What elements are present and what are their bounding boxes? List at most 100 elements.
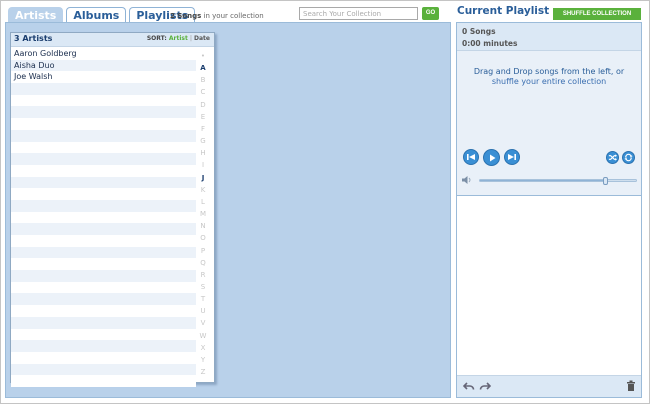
alphabet-letter: F: [200, 124, 206, 133]
artist-row: [11, 141, 196, 154]
artist-row[interactable]: Joe Walsh: [11, 71, 196, 84]
alphabet-letter: V: [200, 319, 206, 328]
alphabet-letter: N: [200, 222, 206, 231]
sort-bar: SORT: Artist | Date: [147, 35, 210, 42]
speaker-icon[interactable]: [461, 175, 473, 185]
playlist-info: 0 Songs 0:00 minutes: [457, 23, 641, 51]
artist-list-header: 3 Artists SORT: Artist | Date: [11, 33, 214, 47]
artist-row: [11, 305, 196, 317]
alphabet-letter: W: [199, 331, 207, 340]
playback-mode-controls: [606, 151, 635, 164]
artist-row: [11, 188, 196, 200]
artist-row: [11, 176, 196, 189]
alphabet-letter: M: [199, 210, 207, 219]
volume-slider[interactable]: [479, 177, 637, 185]
drag-drop-hint: Drag and Drop songs from the left, or sh…: [457, 67, 641, 87]
play-button[interactable]: [483, 149, 500, 166]
alphabet-letter: C: [200, 88, 206, 97]
playlist-title: Current Playlist: [457, 5, 550, 17]
alphabet-letter[interactable]: J: [202, 172, 205, 184]
artist-list: Aaron Goldberg Aisha Duo Joe Walsh: [11, 48, 196, 387]
alphabet-letter: R: [200, 270, 206, 279]
repeat-icon: [624, 153, 633, 162]
tab-albums[interactable]: Albums: [66, 7, 127, 23]
artist-row: [11, 164, 196, 177]
artist-row: [11, 293, 196, 306]
playlist-duration: 0:00 minutes: [462, 39, 518, 48]
artist-row: [11, 363, 196, 376]
artist-row: [11, 235, 196, 247]
artist-row: [11, 246, 196, 259]
alphabet-letter: E: [200, 112, 206, 121]
search-go-button[interactable]: GO: [422, 7, 439, 20]
volume-fill: [480, 180, 607, 181]
shuffle-collection-link[interactable]: shuffle your entire collection: [457, 77, 641, 87]
alphabet-letter: H: [200, 149, 206, 158]
alphabet-letter: X: [200, 343, 206, 352]
artist-row[interactable]: Aisha Duo: [11, 59, 196, 72]
artist-row: [11, 153, 196, 165]
artist-row: [11, 83, 196, 95]
sort-label: SORT:: [146, 35, 167, 42]
player-area: Drag and Drop songs from the left, or sh…: [457, 51, 641, 196]
playlist-footer: [457, 375, 641, 397]
next-button[interactable]: [504, 149, 520, 165]
artist-count: 3 Artists: [14, 34, 53, 43]
alphabet-letter: •: [200, 52, 206, 60]
artist-row: [11, 106, 196, 119]
previous-icon: [467, 154, 475, 160]
alphabet-letter: O: [200, 234, 206, 243]
sort-date-option[interactable]: Date: [194, 35, 210, 42]
artist-row: [11, 316, 196, 329]
collection-song-count: 2 Songs in your collection: [170, 12, 264, 20]
artist-row: [11, 375, 196, 387]
shuffle-button[interactable]: [606, 151, 619, 164]
song-count-number: 2 Songs: [170, 12, 202, 20]
volume-knob[interactable]: [603, 177, 609, 185]
artist-list-box: 3 Artists SORT: Artist | Date Aaron Goldbe…: [10, 32, 215, 387]
artist-row: [11, 351, 196, 364]
alphabet-letter: Q: [200, 258, 206, 267]
alphabet-letter: B: [200, 76, 206, 85]
alphabet-letter: G: [200, 137, 206, 146]
alphabet-index: • A B C D E F G H I J K L M N O P Q R S T U V W X Y Z: [196, 50, 210, 378]
alphabet-letter[interactable]: A: [200, 62, 205, 74]
alphabet-letter: L: [201, 197, 205, 206]
volume-control: [461, 175, 637, 185]
previous-button[interactable]: [463, 149, 479, 165]
sort-separator: |: [189, 35, 193, 42]
alphabet-letter: D: [200, 100, 206, 109]
sort-artist-option[interactable]: Artist: [169, 35, 188, 42]
alphabet-letter: T: [200, 295, 206, 304]
transport-controls: [463, 149, 520, 166]
next-icon: [508, 154, 516, 160]
search-input[interactable]: [299, 7, 418, 20]
trash-icon[interactable]: [626, 380, 636, 392]
song-count-suffix: in your collection: [201, 12, 264, 20]
playlist-panel: 0 Songs 0:00 minutes Drag and Drop songs…: [456, 22, 642, 398]
playlist-song-count: 0 Songs: [462, 27, 496, 36]
artist-row: [11, 129, 196, 142]
shuffle-icon: [608, 154, 617, 161]
undo-icon[interactable]: [463, 380, 475, 392]
artist-row: [11, 328, 196, 341]
shuffle-collection-button[interactable]: SHUFFLE COLLECTION: [553, 8, 641, 20]
alphabet-letter: P: [200, 246, 206, 255]
artist-row: [11, 340, 196, 352]
artist-row: [11, 211, 196, 224]
library-tabs: Artists Albums Playlists: [8, 7, 196, 24]
alphabet-letter: K: [200, 185, 206, 194]
alphabet-letter: U: [200, 307, 206, 316]
artist-row: [11, 281, 196, 294]
artist-row: [11, 199, 196, 212]
alphabet-letter: I: [201, 161, 205, 170]
artist-row[interactable]: Aaron Goldberg: [11, 48, 196, 60]
alphabet-letter: S: [200, 282, 206, 291]
play-icon: [489, 154, 495, 161]
artist-row: [11, 223, 196, 235]
artist-row: [11, 258, 196, 271]
repeat-button[interactable]: [622, 151, 635, 164]
redo-icon[interactable]: [479, 380, 491, 392]
alphabet-letter: Z: [200, 368, 206, 377]
artist-row: [11, 118, 196, 130]
